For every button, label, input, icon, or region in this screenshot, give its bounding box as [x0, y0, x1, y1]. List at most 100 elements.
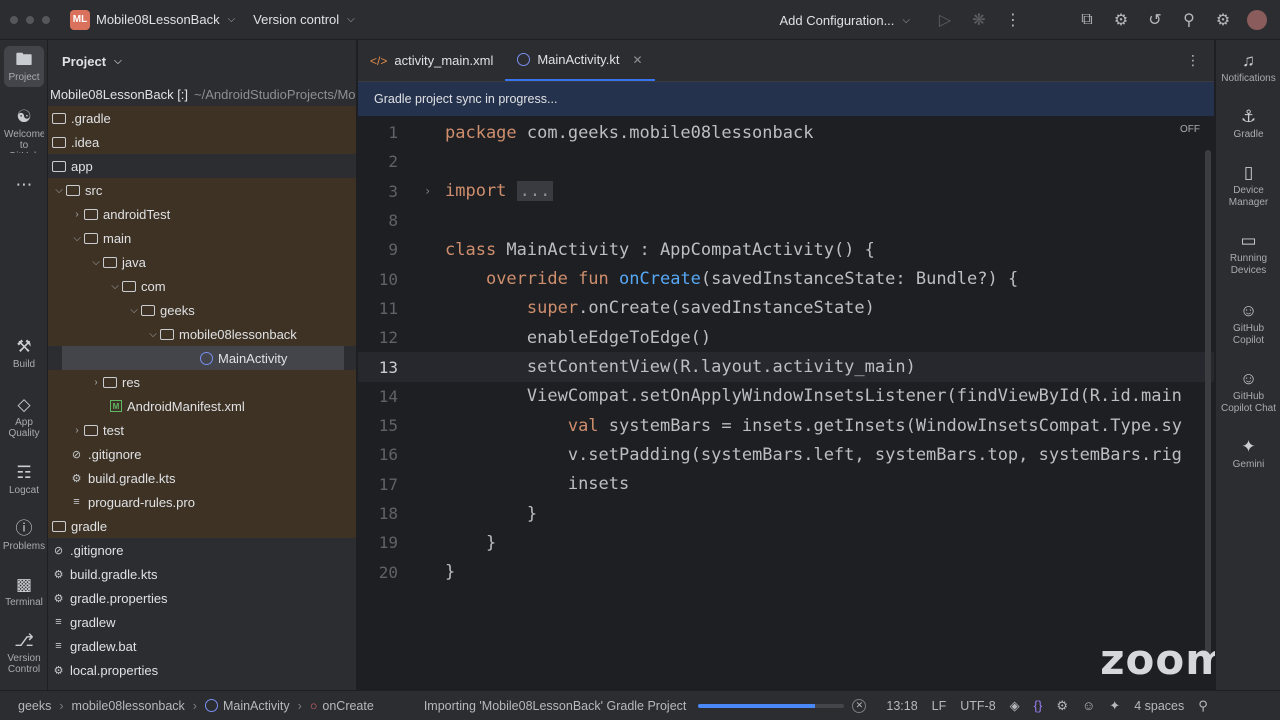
search-icon[interactable]: ⚲	[1172, 0, 1206, 40]
line-separator[interactable]: LF	[932, 699, 947, 713]
caret-position[interactable]: 13:18	[886, 699, 917, 713]
tree-item-androidtest[interactable]: › androidTest	[48, 202, 356, 226]
folder-icon	[66, 184, 80, 196]
code-token: setContentView(R.layout.activity_main)	[526, 357, 916, 378]
settings-gear-icon[interactable]: ⚙	[1206, 0, 1240, 40]
tree-item-root-build-gradle[interactable]: ⚙ build.gradle.kts	[48, 562, 356, 586]
tool-build[interactable]: ⚒ Build	[0, 338, 48, 371]
code-line: 20}	[358, 557, 1214, 586]
folded-imports[interactable]: ...	[516, 181, 554, 202]
tree-item-geeks[interactable]: ⌵ geeks	[48, 298, 356, 322]
tree-item-com[interactable]: ⌵ com	[48, 274, 356, 298]
tree-item-gradle-properties[interactable]: ⚙ gradle.properties	[48, 586, 356, 610]
indent-setting[interactable]: 4 spaces	[1134, 699, 1184, 713]
chevron-down-icon[interactable]: ⌵	[89, 257, 103, 268]
tool-app-quality[interactable]: ◇ App Quality	[0, 396, 48, 440]
copilot-chat-icon: ☺	[1239, 370, 1258, 388]
tree-item-idea[interactable]: .idea	[48, 130, 356, 154]
more-actions-icon[interactable]: ⋮	[1186, 52, 1200, 69]
tree-item-root-gitignore[interactable]: ⊘ .gitignore	[48, 538, 356, 562]
tree-item-main[interactable]: ⌵ main	[48, 226, 356, 250]
tool-gradle[interactable]: ⚓ Gradle	[1216, 108, 1280, 141]
more-actions-icon[interactable]: ⋮	[996, 0, 1030, 40]
chevron-down-icon[interactable]: ⌵	[146, 329, 160, 340]
avatar[interactable]	[1240, 0, 1274, 40]
tree-item-gradle-dir[interactable]: .gradle	[48, 106, 356, 130]
close-icon[interactable]: ✕	[632, 53, 642, 67]
tool-terminal[interactable]: ▩ Terminal	[0, 576, 48, 609]
project-switcher[interactable]: ML Mobile08LessonBack ⌵	[70, 9, 235, 30]
tree-item-test[interactable]: › test	[48, 418, 356, 442]
editor-scrollbar[interactable]	[1205, 150, 1211, 670]
chevron-down-icon[interactable]: ⌵	[70, 233, 84, 244]
tool-project[interactable]: 🖿 Project	[4, 46, 44, 87]
tree-item-app-gitignore[interactable]: ⊘ .gitignore	[48, 442, 356, 466]
run-icon[interactable]: ▷	[928, 0, 962, 40]
tree-item-app-build-gradle[interactable]: ⚙ build.gradle.kts	[48, 466, 356, 490]
tree-item-gradlew[interactable]: ≡ gradlew	[48, 610, 356, 634]
chevron-down-icon[interactable]: ⌵	[52, 185, 66, 196]
tool-label: App Quality	[8, 417, 40, 439]
tool-notifications[interactable]: ♫ Notifications	[1216, 52, 1280, 85]
code-view[interactable]: 1 package com.geeks.mobile08lessonback 2 …	[358, 116, 1214, 587]
gradle-sync-icon[interactable]: ↺	[1138, 0, 1172, 40]
tree-item-gradle-folder[interactable]: gradle	[48, 514, 356, 538]
chevron-right-icon[interactable]: ›	[89, 377, 103, 388]
translate-icon[interactable]: ⧉	[1070, 0, 1104, 40]
tab-mainactivity-kt[interactable]: MainActivity.kt ✕	[505, 40, 655, 81]
project-view-selector[interactable]: Project ⌵	[48, 40, 356, 82]
tree-label: gradle.properties	[70, 590, 168, 606]
breadcrumb-item[interactable]: geeks	[18, 699, 51, 713]
code-token: super	[526, 298, 579, 319]
tool-label: Problems	[2, 541, 46, 552]
tree-item-app[interactable]: app	[48, 154, 356, 178]
line-number: 14	[378, 386, 398, 406]
chevron-right-icon[interactable]: ›	[424, 184, 431, 198]
chevron-down-icon[interactable]: ⌵	[127, 305, 141, 316]
run-configuration-selector[interactable]: Add Configuration... ⌵	[780, 13, 911, 28]
copilot-status-icon[interactable]: ☺	[1082, 698, 1095, 713]
root-name: Mobile08LessonBack [:]	[50, 86, 189, 102]
cancel-task-icon[interactable]: ✕	[852, 698, 867, 713]
tool-github-copilot[interactable]: ☺ GitHub Copilot	[1216, 302, 1280, 347]
tree-item-java[interactable]: ⌵ java	[48, 250, 356, 274]
debug-icon[interactable]: ❋	[962, 0, 996, 40]
tree-item-src[interactable]: ⌵ src	[48, 178, 356, 202]
power-save-icon[interactable]: ✦	[1109, 698, 1120, 714]
tool-device-manager[interactable]: ▯ Device Manager	[1216, 164, 1280, 209]
tree-item-gradlew-bat[interactable]: ≡ gradlew.bat	[48, 634, 356, 658]
project-root[interactable]: Mobile08LessonBack [:] ~/AndroidStudioPr…	[48, 82, 356, 106]
breadcrumb-item[interactable]: mobile08lessonback	[72, 699, 185, 713]
tree-label: app	[71, 158, 93, 174]
bug-icon[interactable]: ⚙	[1104, 0, 1138, 40]
chevron-right-icon[interactable]: ›	[70, 425, 84, 436]
tree-item-proguard[interactable]: ≡ proguard-rules.pro	[48, 490, 356, 514]
root-path: ~/AndroidStudioProjects/Mobile08LessonBa…	[194, 86, 356, 102]
tab-activity-main-xml[interactable]: </> activity_main.xml	[358, 40, 505, 81]
tool-gemini[interactable]: ✦ Gemini	[1216, 438, 1280, 471]
tool-welcome-github[interactable]: ☯ Welcome to GitHub	[0, 108, 48, 154]
tool-running-devices[interactable]: ▭ Running Devices	[1216, 232, 1280, 277]
tree-item-androidmanifest[interactable]: M AndroidManifest.xml	[48, 394, 356, 418]
chevron-down-icon[interactable]: ⌵	[108, 281, 122, 292]
inspection-icon[interactable]: ⚙	[1056, 698, 1068, 714]
tree-item-local-properties[interactable]: ⚙ local.properties	[48, 658, 356, 682]
breadcrumb-item[interactable]: onCreate	[322, 699, 373, 713]
tree-item-mobile08lessonback[interactable]: ⌵ mobile08lessonback	[48, 322, 356, 346]
more-tools-icon[interactable]: ⋯	[0, 176, 48, 197]
tool-github-copilot-chat[interactable]: ☺ GitHub Copilot Chat	[1216, 370, 1280, 415]
tool-problems[interactable]: ⓘ Problems	[0, 520, 48, 553]
tree-item-mainactivity[interactable]: MainActivity	[62, 346, 344, 370]
window-controls[interactable]	[10, 15, 60, 24]
tool-version-control[interactable]: ⎇ Version Control	[0, 632, 48, 676]
lock-icon[interactable]: ⚲	[1198, 698, 1208, 714]
background-task-text[interactable]: Importing 'Mobile08LessonBack' Gradle Pr…	[424, 699, 687, 713]
chevron-right-icon[interactable]: ›	[70, 209, 84, 220]
breadcrumb-item[interactable]: MainActivity	[223, 699, 290, 713]
tree-item-res[interactable]: › res	[48, 370, 356, 394]
braces-icon[interactable]: {}	[1034, 698, 1043, 713]
version-control-menu[interactable]: Version control ⌵	[253, 12, 355, 27]
file-encoding[interactable]: UTF-8	[960, 699, 995, 713]
git-icon[interactable]: ◈	[1010, 698, 1020, 714]
tool-logcat[interactable]: ☶ Logcat	[0, 464, 48, 497]
